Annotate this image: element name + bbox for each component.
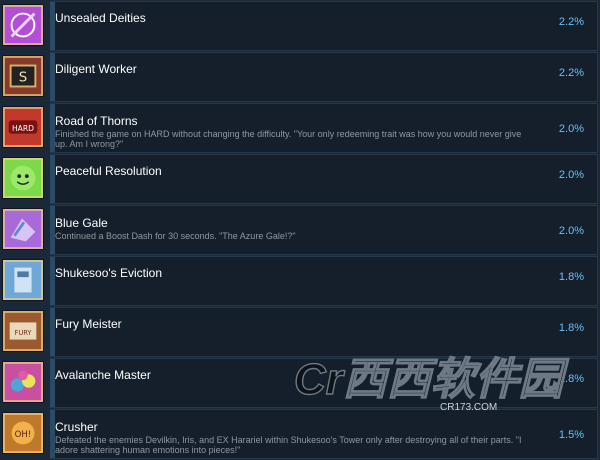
- unlock-percentage: 2.0%: [558, 123, 584, 135]
- avalanche-master-icon: [2, 361, 44, 403]
- svg-text:FURY: FURY: [15, 329, 33, 337]
- blue-gale-icon: [2, 208, 44, 250]
- crusher-icon: OH!: [2, 412, 44, 454]
- unlock-percentage: 1.8%: [558, 322, 584, 334]
- achievement-title: Shukesoo's Eviction: [55, 266, 163, 280]
- svg-text:OH!: OH!: [15, 430, 32, 440]
- achievement-row: S Diligent Worker 2.2%: [0, 51, 600, 102]
- road-of-thorns-icon: HARD: [2, 106, 44, 148]
- unlock-percentage: 2.2%: [558, 16, 584, 28]
- achievement-title: Road of Thorns: [55, 114, 138, 128]
- achievement-panel: [50, 154, 598, 204]
- unlock-percentage: 2.0%: [558, 169, 584, 181]
- unlock-percentage: 1.8%: [558, 271, 584, 283]
- achievement-title: Peaceful Resolution: [55, 164, 162, 178]
- achievement-row: HARD Road of Thorns Finished the game on H…: [0, 102, 600, 153]
- diligent-worker-icon: S: [2, 55, 44, 97]
- achievement-description: Defeated the enemies Devilkin, Iris, and…: [55, 435, 522, 455]
- achievement-row: FURY Fury Meister 1.8%: [0, 306, 600, 357]
- achievement-description: Continued a Boost Dash for 30 seconds. "…: [55, 231, 296, 241]
- achievement-panel: [50, 256, 598, 306]
- achievement-title: Avalanche Master: [55, 368, 151, 382]
- achievement-title: Diligent Worker: [55, 62, 137, 76]
- unlock-percentage: 1.5%: [558, 429, 584, 441]
- achievement-panel: [50, 52, 598, 102]
- fury-meister-icon: FURY: [2, 310, 44, 352]
- achievement-panel: [50, 358, 598, 408]
- achievement-title: Unsealed Deities: [55, 11, 146, 25]
- achievement-row: Avalanche Master 1.8%: [0, 357, 600, 408]
- achievement-description: Finished the game on HARD without changi…: [55, 129, 522, 149]
- achievement-title: Fury Meister: [55, 317, 122, 331]
- achievement-panel: [50, 205, 598, 255]
- unlock-percentage: 2.0%: [558, 225, 584, 237]
- achievement-panel: [50, 1, 598, 51]
- achievement-list: Unsealed Deities 2.2% S Diligent Worker 2.2…: [0, 0, 600, 460]
- unsealed-deities-icon: [2, 4, 44, 46]
- achievement-row: Blue Gale Continued a Boost Dash for 30 s…: [0, 204, 600, 255]
- achievement-panel: [50, 307, 598, 357]
- achievement-row: OH! Crusher Defeated the enemies Devilkin,…: [0, 408, 600, 459]
- achievement-row: Unsealed Deities 2.2%: [0, 0, 600, 51]
- svg-text:HARD: HARD: [12, 124, 34, 133]
- achievement-row: Peaceful Resolution 2.0%: [0, 153, 600, 204]
- achievement-title: Blue Gale: [55, 216, 108, 230]
- shukesoos-eviction-icon: [2, 259, 44, 301]
- achievement-row: Shukesoo's Eviction 1.8%: [0, 255, 600, 306]
- achievement-title: Crusher: [55, 420, 98, 434]
- unlock-percentage: 2.2%: [558, 67, 584, 79]
- unlock-percentage: 1.8%: [558, 373, 584, 385]
- peaceful-resolution-icon: [2, 157, 44, 199]
- svg-text:S: S: [19, 71, 27, 86]
